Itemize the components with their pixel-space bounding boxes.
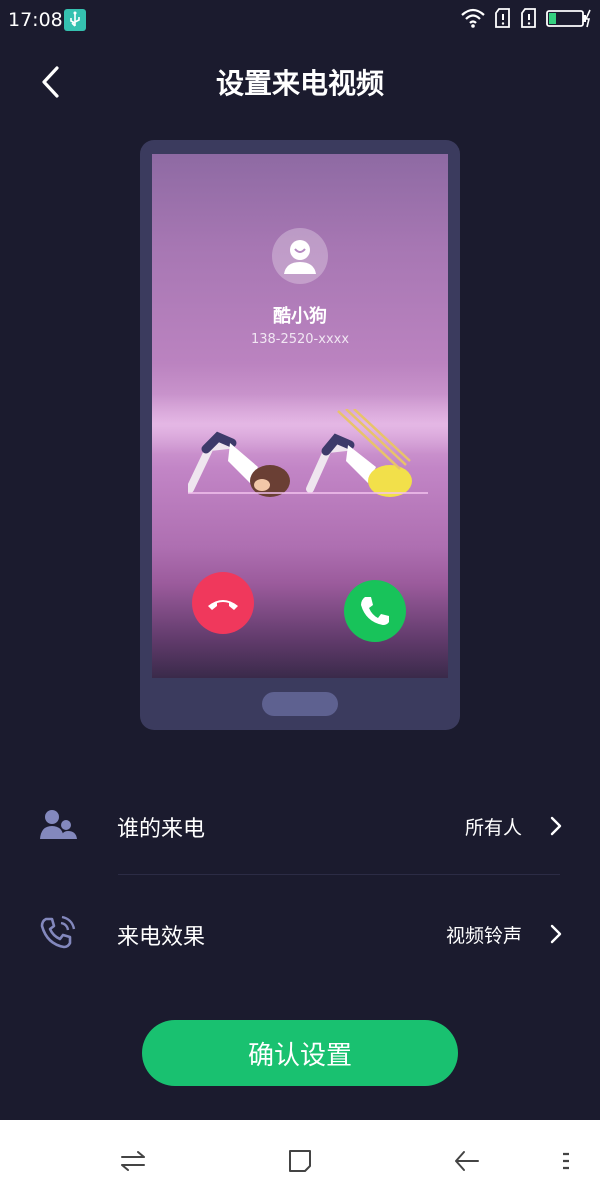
contacts-icon <box>38 805 78 845</box>
setting-row-effect[interactable]: 来电效果 视频铃声 <box>0 893 600 973</box>
phone-icon <box>344 597 406 646</box>
status-time: 17:08 <box>8 9 63 31</box>
menu-icon[interactable] <box>558 1146 588 1176</box>
incoming-call-preview: 酷小狗 138-2520-xxxx <box>152 154 448 678</box>
confirm-settings-button[interactable]: 确认设置 <box>142 1020 458 1086</box>
person-avatar-icon <box>272 228 328 284</box>
back-icon[interactable] <box>452 1146 482 1176</box>
chevron-right-icon <box>546 923 566 945</box>
navigation-bar <box>0 1120 600 1200</box>
setting-value: 视频铃声 <box>445 925 522 947</box>
setting-label: 来电效果 <box>117 925 206 950</box>
hang-up-icon <box>192 600 254 638</box>
home-square-icon[interactable] <box>285 1146 315 1176</box>
preview-home-button <box>262 692 338 716</box>
status-bar: 17:08 <box>0 0 600 40</box>
accept-call-button <box>344 580 406 642</box>
contact-number: 138-2520-xxxx <box>250 332 350 347</box>
divider <box>118 874 560 875</box>
sim1-no-signal-icon <box>494 7 512 33</box>
sim2-no-signal-icon <box>520 7 538 33</box>
switch-icon[interactable] <box>118 1146 148 1176</box>
ringing-phone-icon <box>38 913 78 953</box>
wifi-icon <box>460 7 486 33</box>
decline-call-button <box>192 572 254 634</box>
page-title: 设置来电视频 <box>215 67 384 100</box>
yoga-illustration <box>186 408 428 499</box>
usb-debug-icon <box>64 9 86 31</box>
contact-name: 酷小狗 <box>273 306 327 327</box>
battery-charging-icon <box>546 7 592 33</box>
setting-value: 所有人 <box>464 817 522 839</box>
phone-preview-frame: 酷小狗 138-2520-xxxx <box>140 140 460 730</box>
setting-row-caller[interactable]: 谁的来电 所有人 <box>0 785 600 865</box>
setting-label: 谁的来电 <box>117 817 206 842</box>
chevron-right-icon <box>546 815 566 837</box>
